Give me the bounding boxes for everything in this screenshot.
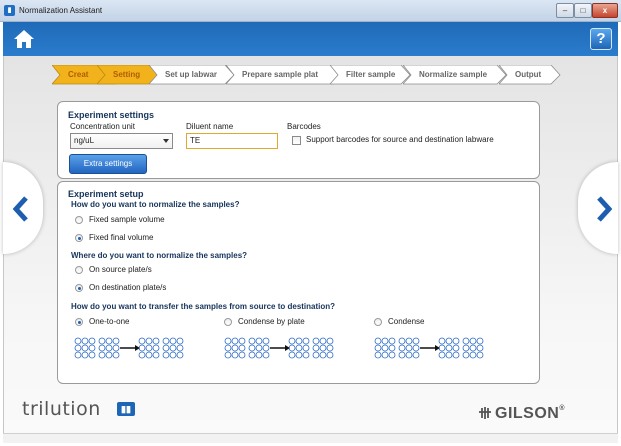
- gilson-brand-text: GILSON: [495, 405, 560, 422]
- window-title: Normalization Assistant: [19, 6, 103, 15]
- radio-condense-by-plate[interactable]: [224, 318, 232, 326]
- chevron-right-icon: [597, 196, 612, 222]
- radio-one-to-one[interactable]: [75, 318, 83, 326]
- extra-settings-button[interactable]: Extra settings: [69, 154, 147, 174]
- wizard-step-output[interactable]: Output: [499, 65, 561, 85]
- wizard-step-normalize-sample[interactable]: Normalize sample: [403, 65, 507, 85]
- radio-label: Condense: [388, 317, 425, 326]
- wizard-step-label: Creat: [68, 70, 89, 79]
- experiment-settings-title: Experiment settings: [68, 110, 155, 120]
- trilution-logo-mark: ▮▮: [117, 402, 135, 416]
- chevron-down-icon: [163, 139, 169, 143]
- experiment-settings-panel: Experiment settings Concentration unit n…: [57, 101, 540, 179]
- radio-label: Condense by plate: [238, 317, 305, 326]
- minimize-button[interactable]: –: [556, 3, 574, 18]
- wizard-step-label: Output: [515, 70, 542, 79]
- wizard-step-label: Setting: [113, 70, 141, 79]
- app-header: ?: [3, 22, 618, 56]
- radio-label: Fixed final volume: [89, 233, 154, 242]
- registered-mark: ®: [559, 405, 566, 412]
- wizard-step-setup-labware[interactable]: Set up labwar: [149, 65, 235, 85]
- radio-fixed-sample-volume[interactable]: [75, 216, 83, 224]
- one-to-one-diagram-icon: [74, 337, 184, 359]
- where-question: Where do you want to normalize the sampl…: [71, 251, 248, 260]
- radio-label: One-to-one: [89, 317, 130, 326]
- wizard-step-prepare-sample[interactable]: Prepare sample plat: [226, 65, 343, 85]
- radio-source-plates[interactable]: [75, 266, 83, 274]
- barcodes-checkbox-label: Support barcodes for source and destinat…: [306, 135, 494, 144]
- gilson-logo: GILSON®: [495, 405, 565, 423]
- radio-label: Fixed sample volume: [89, 215, 165, 224]
- app-icon: ▮: [4, 5, 15, 16]
- maximize-button[interactable]: □: [574, 3, 592, 18]
- diluent-name-label: Diluent name: [186, 122, 234, 131]
- radio-fixed-final-volume[interactable]: [75, 234, 83, 242]
- barcodes-checkbox[interactable]: [292, 136, 301, 145]
- condense-diagram-icon: [374, 337, 484, 359]
- concentration-unit-value: ng/uL: [74, 136, 95, 145]
- wizard-step-label: Filter sample: [346, 70, 396, 79]
- diluent-name-input[interactable]: TE: [186, 133, 278, 149]
- chevron-left-icon: [13, 196, 28, 222]
- wizard-step-label: Normalize sample: [419, 70, 488, 79]
- wizard-step-label: Prepare sample plat: [242, 70, 319, 79]
- wizard-step-label: Set up labwar: [165, 70, 218, 79]
- radio-condense[interactable]: [374, 318, 382, 326]
- concentration-unit-select[interactable]: ng/uL: [70, 133, 173, 149]
- condense-by-plate-diagram-icon: [224, 337, 334, 359]
- radio-label: On source plate/s: [89, 265, 152, 274]
- trilution-logo: trilution: [22, 398, 101, 420]
- barcodes-label: Barcodes: [287, 122, 321, 131]
- concentration-unit-label: Concentration unit: [70, 122, 135, 131]
- help-button[interactable]: ?: [590, 28, 612, 50]
- experiment-setup-title: Experiment setup: [68, 189, 144, 199]
- experiment-setup-panel: Experiment setup How do you want to norm…: [57, 181, 540, 384]
- radio-destination-plates[interactable]: [75, 284, 83, 292]
- status-bar: [3, 433, 618, 443]
- wizard-step-filter-sample[interactable]: Filter sample: [330, 65, 411, 85]
- transfer-question: How do you want to transfer the samples …: [71, 302, 336, 311]
- home-icon[interactable]: [13, 29, 35, 49]
- radio-label: On destination plate/s: [89, 283, 167, 292]
- close-button[interactable]: x: [592, 3, 618, 18]
- window-titlebar: ▮ Normalization Assistant – □ x: [0, 0, 621, 22]
- normalize-question: How do you want to normalize the samples…: [71, 200, 240, 209]
- gilson-logo-icon: [479, 407, 491, 419]
